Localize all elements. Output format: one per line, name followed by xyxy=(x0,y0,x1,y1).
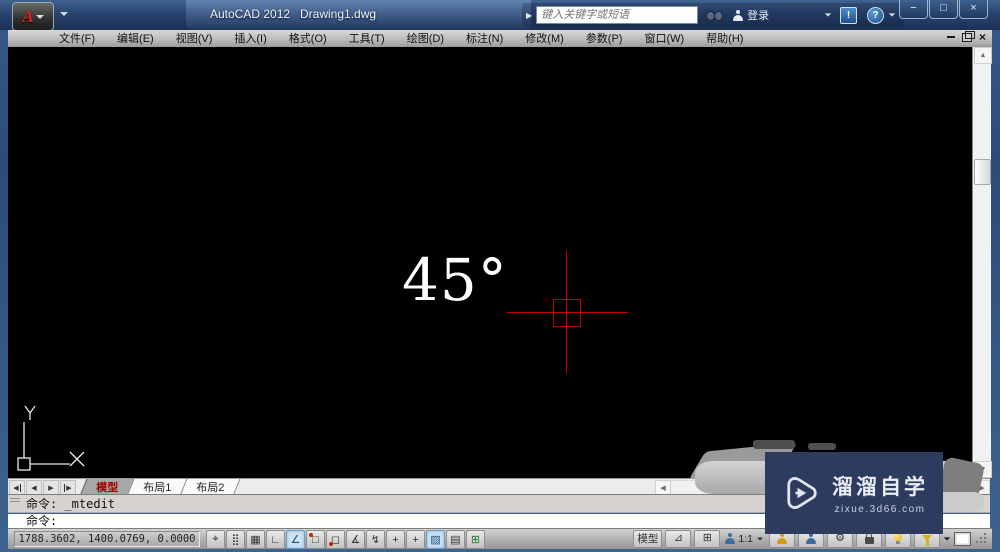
menu-edit[interactable]: 编辑(E) xyxy=(106,31,165,47)
object-snap-button[interactable]: □ xyxy=(306,530,325,549)
crosshair-pickbox xyxy=(553,299,581,327)
menu-help[interactable]: 帮助(H) xyxy=(695,31,754,47)
maximize-button[interactable]: □ xyxy=(929,0,958,19)
watermark-url: zixue.3d66.com xyxy=(834,504,926,515)
annotation-scale-icon xyxy=(725,533,736,544)
menu-dimension[interactable]: 标注(N) xyxy=(455,31,514,47)
drawing-area[interactable]: 45° xyxy=(8,47,972,478)
quick-view-drawings-button[interactable]: ⊞ xyxy=(694,529,721,548)
vertical-scroll-thumb[interactable] xyxy=(974,159,991,185)
object-snap-tracking-button[interactable]: ∡ xyxy=(346,530,365,549)
selection-cycling-button[interactable]: ⊞ xyxy=(466,530,485,549)
close-button[interactable]: × xyxy=(959,0,988,19)
lineweight-button[interactable]: + xyxy=(406,530,425,549)
command-panel-grip[interactable] xyxy=(10,498,20,504)
chevron-down-icon xyxy=(35,14,44,19)
menu-window[interactable]: 窗口(W) xyxy=(633,31,695,47)
angle-text: 45° xyxy=(402,246,508,314)
sign-in-dropdown-icon[interactable] xyxy=(824,13,832,17)
watermark-title: 溜溜自学 xyxy=(832,476,928,499)
ortho-mode-button[interactable]: ∟ xyxy=(266,530,285,549)
search-input[interactable] xyxy=(536,6,699,24)
polar-tracking-button[interactable]: ∠ xyxy=(286,530,305,549)
object-snap-3d-button[interactable]: ◻ xyxy=(326,530,345,549)
lock-icon xyxy=(864,533,874,544)
autocad-logo-icon: A xyxy=(22,6,34,26)
menu-draw[interactable]: 绘图(D) xyxy=(396,31,455,47)
menu-view[interactable]: 视图(V) xyxy=(165,31,224,47)
menu-bar: 文件(F) 编辑(E) 视图(V) 插入(I) 格式(O) 工具(T) 绘图(D… xyxy=(8,30,992,48)
vertical-scrollbar[interactable]: ▲ ▼ xyxy=(972,47,992,478)
infer-constraints-button[interactable]: ⌖ xyxy=(206,530,225,549)
menu-parametric[interactable]: 参数(P) xyxy=(575,31,634,47)
sign-in-label: 登录 xyxy=(747,10,770,22)
snap-marker-icon xyxy=(329,542,333,546)
infocenter-bar: ▶ 登录 ! ? xyxy=(522,3,904,27)
menu-modify[interactable]: 修改(M) xyxy=(514,31,575,47)
application-menu-button[interactable]: A xyxy=(12,2,54,31)
scroll-up-icon[interactable]: ▲ xyxy=(974,47,992,64)
coordinates-display: 1788.3602, 1400.0769, 0.0000 xyxy=(14,531,200,547)
menu-tools[interactable]: 工具(T) xyxy=(338,31,396,47)
annotation-scale-control[interactable]: 1:1 xyxy=(723,533,766,545)
doc-close-icon[interactable]: × xyxy=(979,31,986,43)
menu-insert[interactable]: 插入(I) xyxy=(223,31,277,47)
snap-mode-button[interactable]: ⣿ xyxy=(226,530,245,549)
doc-minimize-icon[interactable] xyxy=(946,33,955,38)
annotation-scale-value: 1:1 xyxy=(738,532,753,545)
annotation-visibility-icon xyxy=(777,533,787,544)
drafting-toggles: ⌖ ⣿ ▦ ∟ ∠ □ ◻ ∡ ↯ + + ▨ ▤ ⊞ xyxy=(206,530,485,549)
snap-marker-icon xyxy=(309,533,313,537)
gear-icon: ⚙ xyxy=(835,532,845,544)
ucs-icon xyxy=(17,405,85,471)
annotation-autoscale-icon xyxy=(806,533,816,544)
funnel-icon xyxy=(922,534,932,546)
quick-properties-button[interactable]: ▤ xyxy=(446,530,465,549)
window-controls: − □ × xyxy=(898,0,988,19)
communication-center-icon[interactable]: ! xyxy=(840,6,857,24)
dynamic-input-button[interactable]: + xyxy=(386,530,405,549)
quick-view-layouts-button[interactable]: ⊿ xyxy=(665,529,692,548)
dynamic-ucs-button[interactable]: ↯ xyxy=(366,530,385,549)
menu-format[interactable]: 格式(O) xyxy=(278,31,338,47)
doc-restore-icon[interactable] xyxy=(961,30,975,42)
scale-dropdown-icon[interactable] xyxy=(757,537,763,540)
title-bar: A AutoCAD 2012 Drawing1.dwg ▶ 登录 ! ? − □… xyxy=(0,0,1000,31)
lightbulb-icon xyxy=(894,533,902,544)
grid-display-button[interactable]: ▦ xyxy=(246,530,265,549)
app-title: AutoCAD 2012 xyxy=(210,7,291,21)
tabs-container: 模型 布局1 布局2 xyxy=(79,479,241,496)
model-space-button[interactable]: 模型 xyxy=(633,529,663,548)
document-title: Drawing1.dwg xyxy=(300,7,377,21)
transparency-button[interactable]: ▨ xyxy=(426,530,445,549)
user-icon xyxy=(733,9,744,21)
menu-file[interactable]: 文件(F) xyxy=(48,31,106,47)
play-logo-icon xyxy=(787,476,817,510)
status-bar-menu-icon[interactable] xyxy=(943,536,951,541)
help-dropdown-icon[interactable] xyxy=(888,13,896,17)
sign-in-control[interactable]: 登录 xyxy=(733,7,769,23)
clean-screen-button[interactable] xyxy=(954,531,971,546)
autocad-window: A AutoCAD 2012 Drawing1.dwg ▶ 登录 ! ? − □… xyxy=(0,0,1000,552)
document-window-controls: × xyxy=(946,30,986,43)
resize-grip[interactable] xyxy=(976,533,987,544)
watermark: 溜溜自学 zixue.3d66.com xyxy=(765,452,943,534)
help-icon[interactable]: ? xyxy=(867,6,884,24)
search-binoculars-icon[interactable] xyxy=(706,10,724,21)
quick-access-toolbar-dropdown-icon[interactable] xyxy=(60,12,68,16)
minimize-button[interactable]: − xyxy=(899,0,928,19)
infocenter-expander-icon[interactable]: ▶ xyxy=(526,11,532,20)
